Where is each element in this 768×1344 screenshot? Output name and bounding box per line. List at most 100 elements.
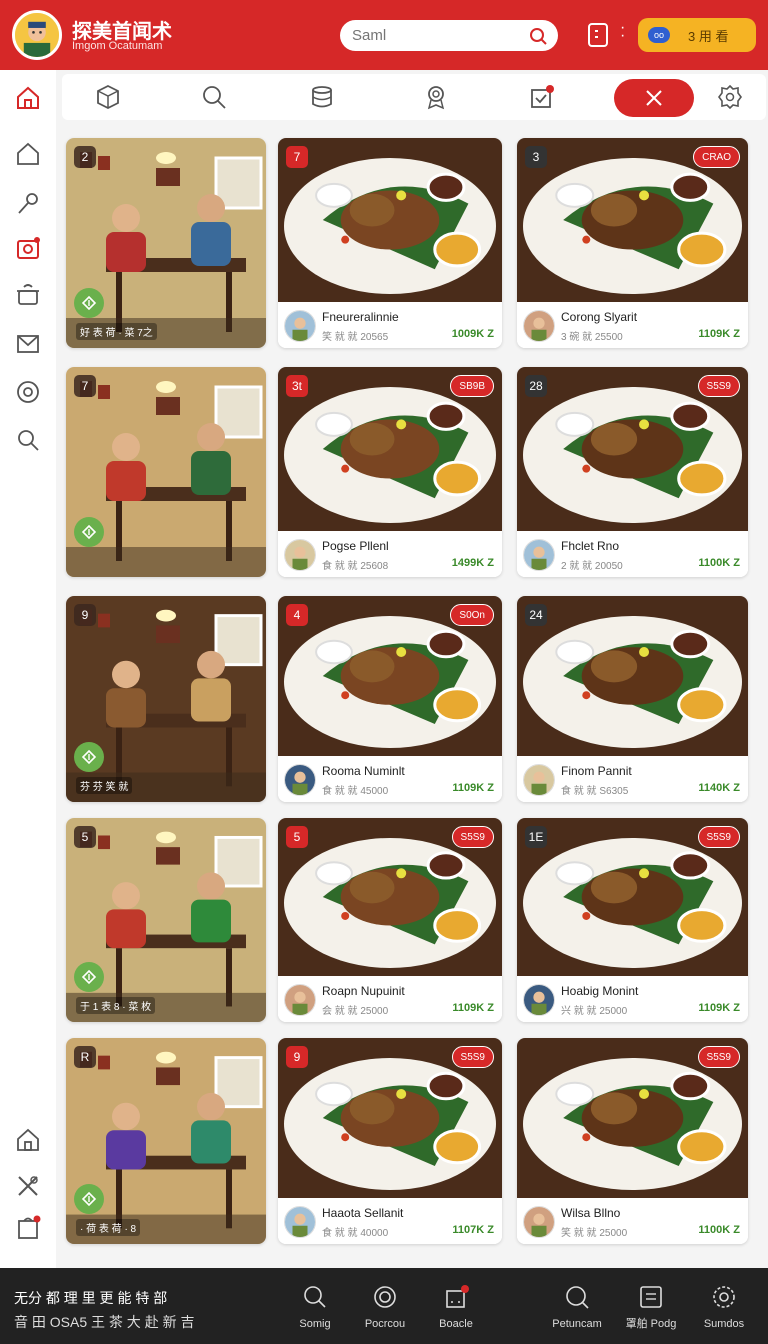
favorite-button[interactable] (74, 517, 104, 547)
card-number-badge: 3 (525, 146, 547, 168)
card-number-badge: 9 (286, 1046, 308, 1068)
search-icon[interactable] (14, 426, 42, 454)
bottom-nav-label: 罩舶 Podg (625, 1318, 677, 1330)
bottom-nav-label: Somig (299, 1318, 331, 1330)
dish-info: Hoabig Monint 兴 就 就 25000 1109K Z (517, 976, 748, 1022)
dish-card[interactable]: 3t SB9B Pogse Pllenl 食 就 就 25608 1499K Z (278, 367, 502, 577)
target-icon[interactable] (14, 378, 42, 406)
bottom-nav-chat[interactable]: Petuncam (542, 1284, 612, 1332)
dish-price-unit: K Z (722, 782, 740, 794)
scene-caption: 于 1 表 8 · 菜 枚 (76, 997, 156, 1014)
favorite-button[interactable] (74, 962, 104, 992)
dish-name: Rooma Numinlt (322, 764, 405, 778)
bottom-nav-search[interactable]: Somig (280, 1284, 350, 1332)
pot-icon[interactable] (14, 280, 42, 308)
dish-price: 1109K Z (698, 328, 740, 340)
restaurant-scene-card[interactable]: 5 于 1 表 8 · 菜 枚 (66, 818, 266, 1022)
restaurant-scene-card[interactable]: R · 荷 表 荷 · 8 (66, 1038, 266, 1244)
dish-card[interactable]: 9 S5S9 Haaota Sellanit 食 就 就 40000 1107K … (278, 1038, 502, 1244)
search-input[interactable] (352, 27, 512, 44)
bottom-nav-settings[interactable]: Sumdos (689, 1284, 759, 1332)
home-icon[interactable] (14, 1126, 42, 1154)
card-tag-badge: SB9B (450, 375, 494, 397)
dining-photo (66, 138, 266, 348)
favorite-button[interactable] (74, 1184, 104, 1214)
dish-price: 1100K Z (698, 1224, 740, 1236)
bottom-nav-bag[interactable]: Boacle (421, 1284, 491, 1332)
card-tag-badge: S5S9 (697, 826, 740, 848)
medal-icon[interactable] (422, 83, 450, 111)
camera-icon[interactable] (14, 235, 42, 263)
gear-icon (713, 1286, 735, 1308)
vendor-avatar[interactable] (523, 1206, 555, 1238)
dish-card[interactable]: 24 Finom Pannit 食 就 就 S6305 1140K Z (517, 596, 748, 802)
mail-icon[interactable] (14, 330, 42, 358)
dish-card[interactable]: 4 S0On Rooma Numinlt 食 就 就 45000 1109K Z (278, 596, 502, 802)
vendor-avatar[interactable] (284, 764, 316, 796)
dish-meta: 兴 就 就 25000 (561, 1006, 628, 1017)
vendor-avatar[interactable] (523, 539, 555, 571)
settings-icon[interactable] (716, 83, 744, 111)
cart-badge-icon[interactable] (14, 1214, 42, 1242)
favorite-button[interactable] (74, 288, 104, 318)
dining-photo (66, 1038, 266, 1244)
dish-photo (278, 138, 502, 302)
home-icon[interactable] (14, 84, 42, 112)
house-outline-icon[interactable] (14, 140, 42, 168)
search-icon[interactable] (528, 26, 548, 46)
dish-price: 1140K Z (698, 782, 740, 794)
dish-meta: 笑 就 就 25000 (561, 1228, 628, 1239)
dish-card[interactable]: 3 CRAO Corong Slyarit 3 碗 就 25500 1109K Z (517, 138, 748, 348)
dish-price-value: 1009 (451, 328, 477, 340)
dish-name: Pogse Pllenl (322, 539, 389, 553)
leaf-icon (81, 749, 97, 765)
card-tag-badge: S5S9 (451, 826, 494, 848)
toolbar (62, 74, 766, 120)
dining-photo (66, 367, 266, 577)
dish-price-unit: K Z (722, 328, 740, 340)
favorite-button[interactable] (74, 742, 104, 772)
dish-price: 1107K Z (452, 1224, 494, 1236)
header-action-button[interactable]: oo 3 用 看 (638, 18, 756, 52)
tools-icon[interactable] (14, 1172, 42, 1200)
database-icon[interactable] (308, 83, 336, 111)
search-bar[interactable] (340, 20, 558, 51)
sidebar (0, 70, 56, 1268)
more-icon[interactable]: · · (620, 20, 625, 44)
vendor-avatar[interactable] (523, 984, 555, 1016)
leaf-icon (81, 1191, 97, 1207)
dish-card[interactable]: 28 S5S9 Fhclet Rno 2 就 就 20050 1100K Z (517, 367, 748, 577)
bottom-nav-compass[interactable]: Pocrcou (350, 1284, 420, 1332)
dish-name: Corong Slyarit (561, 310, 638, 324)
vendor-avatar[interactable] (284, 1206, 316, 1238)
bottom-nav-menu[interactable]: 罩舶 Podg (616, 1284, 686, 1332)
search-icon[interactable] (200, 83, 228, 111)
close-button[interactable] (614, 79, 694, 117)
key-icon[interactable] (14, 190, 42, 218)
vendor-avatar[interactable] (284, 310, 316, 342)
vendor-avatar[interactable] (284, 539, 316, 571)
door-icon[interactable] (586, 22, 610, 48)
compass-icon (374, 1286, 396, 1308)
restaurant-scene-card[interactable]: 7 (66, 367, 266, 577)
vendor-avatar[interactable] (523, 764, 555, 796)
cube-icon[interactable] (94, 83, 122, 111)
dish-info: Corong Slyarit 3 碗 就 25500 1109K Z (517, 302, 748, 348)
brand-logo[interactable] (12, 10, 62, 60)
header-action-label: 3 用 看 (688, 28, 729, 44)
dish-card[interactable]: 7 Fneureralinnie 笑 就 就 20565 1009K Z (278, 138, 502, 348)
dish-card[interactable]: S5S9 Wilsa Bllno 笑 就 就 25000 1100K Z (517, 1038, 748, 1244)
card-number-badge: 7 (286, 146, 308, 168)
vendor-avatar[interactable] (523, 310, 555, 342)
restaurant-scene-card[interactable]: 9 芬 芬 笑 就 (66, 596, 266, 802)
dish-price-value: 1109 (452, 1002, 477, 1014)
dish-card[interactable]: 1E S5S9 Hoabig Monint 兴 就 就 25000 1109K Z (517, 818, 748, 1022)
restaurant-scene-card[interactable]: 2 好 表 荷 · 菜 7之 (66, 138, 266, 348)
dish-price-unit: K Z (722, 1224, 740, 1236)
bottom-nav-label: Pocrcou (364, 1318, 406, 1330)
calendar-badge-icon[interactable] (528, 83, 556, 111)
vendor-avatar[interactable] (284, 984, 316, 1016)
dish-card[interactable]: 5 S5S9 Roapn Nupuinit 会 就 就 25000 1109K Z (278, 818, 502, 1022)
dish-meta: 食 就 就 45000 (322, 786, 389, 797)
card-tag-badge: S5S9 (697, 375, 740, 397)
